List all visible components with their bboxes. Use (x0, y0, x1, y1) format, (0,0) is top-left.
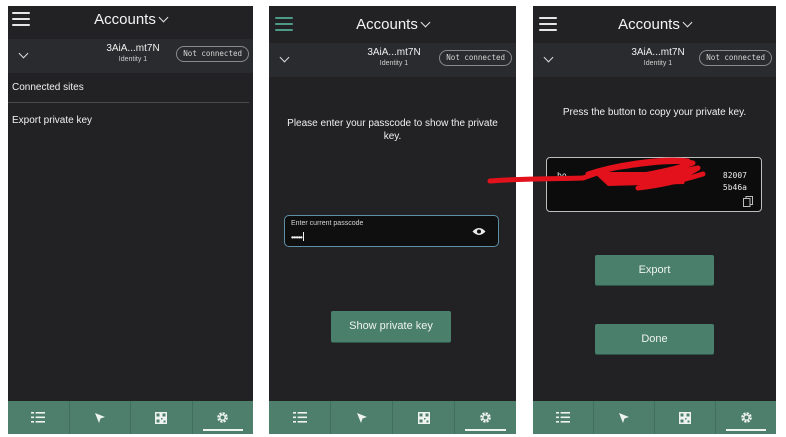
list-icon (31, 412, 46, 423)
passcode-prompt: Please enter your passcode to show the p… (287, 118, 498, 142)
nav-qr[interactable] (130, 401, 192, 434)
list-icon (292, 412, 307, 423)
nav-browser[interactable] (68, 401, 131, 434)
export-button[interactable]: Export (595, 255, 714, 285)
identity-address: 3AiA...mt7N (631, 47, 685, 58)
redaction-scribble (487, 157, 706, 191)
private-key-line1-suffix: 82007 (722, 171, 747, 180)
identity-bar: 3AiA...mt7N Identity 1 Not connected (8, 39, 253, 73)
identity-expand-icon[interactable] (543, 52, 554, 63)
private-key-line2-suffix: 5b46a (722, 183, 747, 192)
identity-info[interactable]: 3AiA...mt7N Identity 1 (78, 43, 188, 65)
settings-gear-icon (480, 412, 491, 423)
cursor-arrow-icon (619, 412, 629, 423)
chevron-down-icon (420, 17, 431, 28)
qr-code-icon (417, 411, 430, 424)
eye-icon[interactable] (472, 227, 486, 236)
page-title: Accounts (618, 16, 680, 33)
connection-status-badge[interactable]: Not connected (439, 50, 512, 66)
identity-label: Identity 1 (379, 60, 409, 67)
private-key-screen: Accounts 3AiA...mt7N Identity 1 Not conn… (487, 6, 776, 434)
list-icon (556, 412, 570, 423)
passcode-value: •••••• (291, 233, 303, 242)
done-button[interactable]: Done (595, 324, 714, 354)
identity-label: Identity 1 (118, 56, 148, 63)
identity-address: 3AiA...mt7N (106, 43, 160, 54)
nav-settings[interactable] (715, 401, 776, 434)
passcode-field[interactable]: Enter current passcode •••••• (284, 215, 499, 247)
text-cursor (302, 232, 304, 241)
nav-list[interactable] (533, 401, 593, 434)
top-bar: Accounts (269, 6, 516, 38)
nav-list[interactable] (269, 401, 330, 434)
identity-expand-icon[interactable] (18, 48, 29, 59)
bottom-nav (8, 401, 253, 434)
bottom-nav (269, 401, 516, 434)
nav-list[interactable] (8, 401, 69, 434)
nav-browser[interactable] (593, 401, 654, 434)
identity-address: 3AiA...mt7N (367, 47, 421, 58)
settings-gear-icon (217, 412, 229, 423)
qr-code-icon (155, 411, 168, 424)
nav-qr[interactable] (654, 401, 715, 434)
accounts-dropdown[interactable]: Accounts (8, 11, 253, 28)
chevron-down-icon (682, 17, 693, 28)
accounts-dropdown[interactable]: Accounts (533, 16, 776, 33)
connection-status-badge[interactable]: Not connected (176, 46, 249, 62)
page-title: Accounts (356, 16, 418, 33)
top-bar: Accounts (533, 6, 776, 38)
copy-icon[interactable] (743, 196, 753, 207)
top-bar: Accounts (8, 6, 253, 38)
show-private-key-button[interactable]: Show private key (331, 311, 451, 342)
accounts-screen-settings: Accounts 3AiA...mt7N Identity 1 Not conn… (8, 6, 253, 434)
identity-label: Identity 1 (643, 60, 673, 67)
accounts-dropdown[interactable]: Accounts (269, 16, 516, 33)
menu-item-export-private-key[interactable]: Export private key (12, 115, 92, 126)
settings-gear-icon (740, 412, 752, 423)
page-title: Accounts (94, 11, 156, 28)
identity-info[interactable]: 3AiA...mt7N Identity 1 (339, 47, 449, 69)
identity-bar: 3AiA...mt7N Identity 1 Not connected (533, 43, 776, 77)
nav-browser[interactable] (330, 401, 392, 434)
identity-expand-icon[interactable] (279, 52, 290, 63)
passcode-screen: Accounts 3AiA...mt7N Identity 1 Not conn… (269, 6, 516, 434)
nav-qr[interactable] (392, 401, 454, 434)
chevron-down-icon (158, 12, 169, 23)
connection-status-badge[interactable]: Not connected (699, 50, 772, 66)
bottom-nav (533, 401, 776, 434)
identity-info[interactable]: 3AiA...mt7N Identity 1 (603, 47, 713, 69)
passcode-field-label: Enter current passcode (291, 220, 364, 227)
passcode-value-wrap: •••••• (291, 232, 304, 242)
identity-bar: 3AiA...mt7N Identity 1 Not connected (269, 43, 516, 77)
cursor-arrow-icon (94, 412, 105, 423)
menu-item-connected-sites[interactable]: Connected sites (12, 82, 84, 93)
nav-settings[interactable] (454, 401, 516, 434)
nav-settings[interactable] (191, 401, 254, 434)
menu-divider (8, 102, 249, 103)
qr-code-icon (679, 411, 691, 424)
cursor-arrow-icon (356, 412, 367, 423)
copy-key-prompt: Press the button to copy your private ke… (562, 107, 747, 118)
